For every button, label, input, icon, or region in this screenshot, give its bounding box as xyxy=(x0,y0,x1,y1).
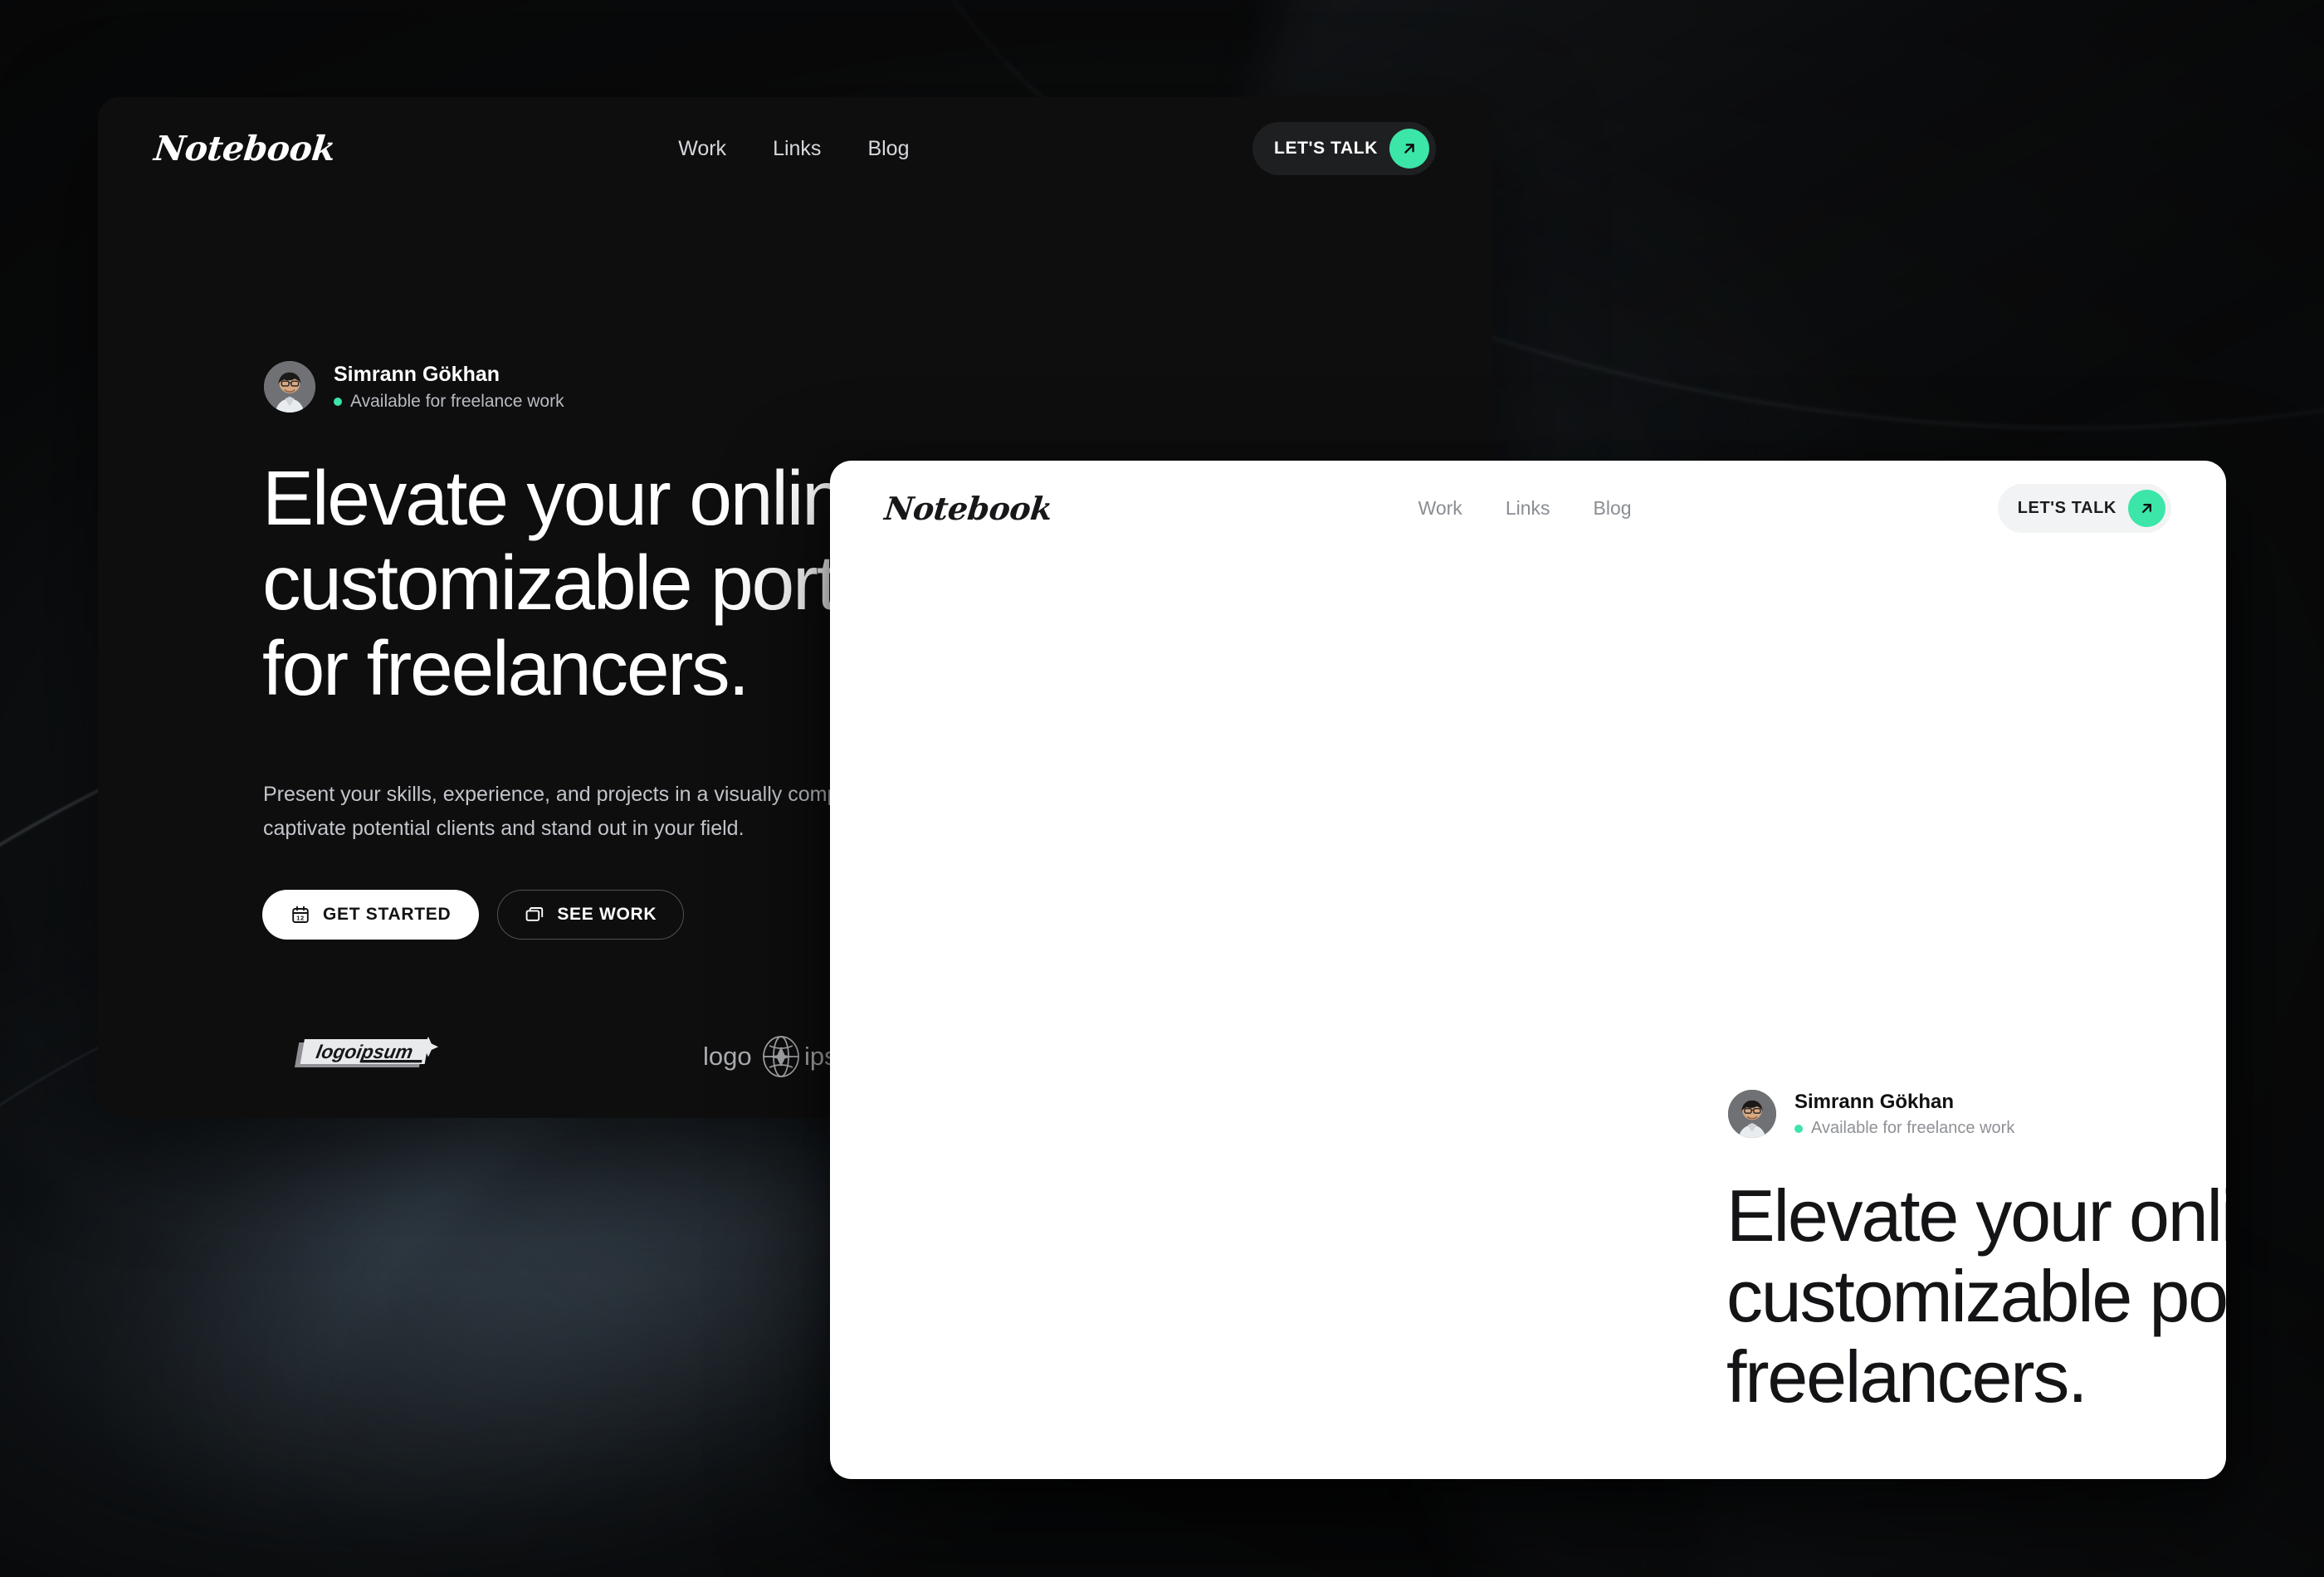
page-title: Elevate your online presence with our cu… xyxy=(1726,1174,2226,1418)
status-dot-icon xyxy=(334,398,342,407)
nav-item-blog[interactable]: Blog xyxy=(844,137,932,161)
logo-item: logoipsum xyxy=(148,1027,579,1086)
svg-text:logo: logo xyxy=(703,1042,752,1071)
profile-name: Simrann Gökhan xyxy=(334,362,500,386)
svg-text:logoipsum: logoipsum xyxy=(315,1041,415,1062)
arrow-up-right-icon xyxy=(2127,490,2165,527)
hero-cta-group: 12 GET STARTED SEE WORK xyxy=(262,890,685,940)
author-profile: Simrann Gökhan Available for freelance w… xyxy=(1728,1090,2014,1138)
lets-talk-label: LET'S TALK xyxy=(1274,139,1378,158)
dark-card-header: Notebook Work Links Blog LET'S TALK xyxy=(98,122,1492,175)
light-theme-preview-card: Notebook Work Links Blog LET'S TALK Simr… xyxy=(830,461,2226,1479)
availability-status: Available for freelance work xyxy=(1794,1119,2014,1138)
nav-item-blog[interactable]: Blog xyxy=(1572,497,1653,520)
nav-item-work[interactable]: Work xyxy=(1397,497,1484,520)
status-label: Available for freelance work xyxy=(1811,1119,2015,1137)
nav-item-links[interactable]: Links xyxy=(749,137,844,161)
light-card-header: Notebook Work Links Blog LET'S TALK xyxy=(830,484,2226,533)
profile-text: Simrann Gökhan Available for freelance w… xyxy=(1794,1090,2014,1138)
lets-talk-label: LET'S TALK xyxy=(2017,499,2116,517)
main-nav: Work Links Blog xyxy=(1397,497,1653,520)
get-started-label: GET STARTED xyxy=(323,905,452,924)
nav-item-links[interactable]: Links xyxy=(1484,497,1572,520)
author-profile: Simrann Gökhan Available for freelance w… xyxy=(264,361,564,413)
calendar-icon: 12 xyxy=(290,905,310,925)
see-work-label: SEE WORK xyxy=(557,905,657,924)
avatar xyxy=(1728,1090,1776,1138)
brand-logo[interactable]: Notebook xyxy=(883,490,1054,527)
get-started-button[interactable]: 12 GET STARTED xyxy=(262,890,480,940)
main-nav: Work Links Blog xyxy=(655,137,932,161)
svg-text:12: 12 xyxy=(296,914,305,921)
brand-logo[interactable]: Notebook xyxy=(152,129,337,168)
lets-talk-button[interactable]: LET'S TALK xyxy=(1997,484,2171,533)
window-icon xyxy=(525,905,544,925)
status-label: Available for freelance work xyxy=(350,392,564,412)
profile-name: Simrann Gökhan xyxy=(1794,1091,1955,1113)
see-work-button[interactable]: SEE WORK xyxy=(497,890,685,940)
profile-text: Simrann Gökhan Available for freelance w… xyxy=(334,362,564,412)
availability-status: Available for freelance work xyxy=(334,392,564,412)
nav-item-work[interactable]: Work xyxy=(655,137,749,161)
arrow-up-right-icon xyxy=(1389,129,1429,168)
avatar xyxy=(264,361,315,413)
lets-talk-button[interactable]: LET'S TALK xyxy=(1252,122,1436,175)
status-dot-icon xyxy=(1794,1124,1803,1133)
